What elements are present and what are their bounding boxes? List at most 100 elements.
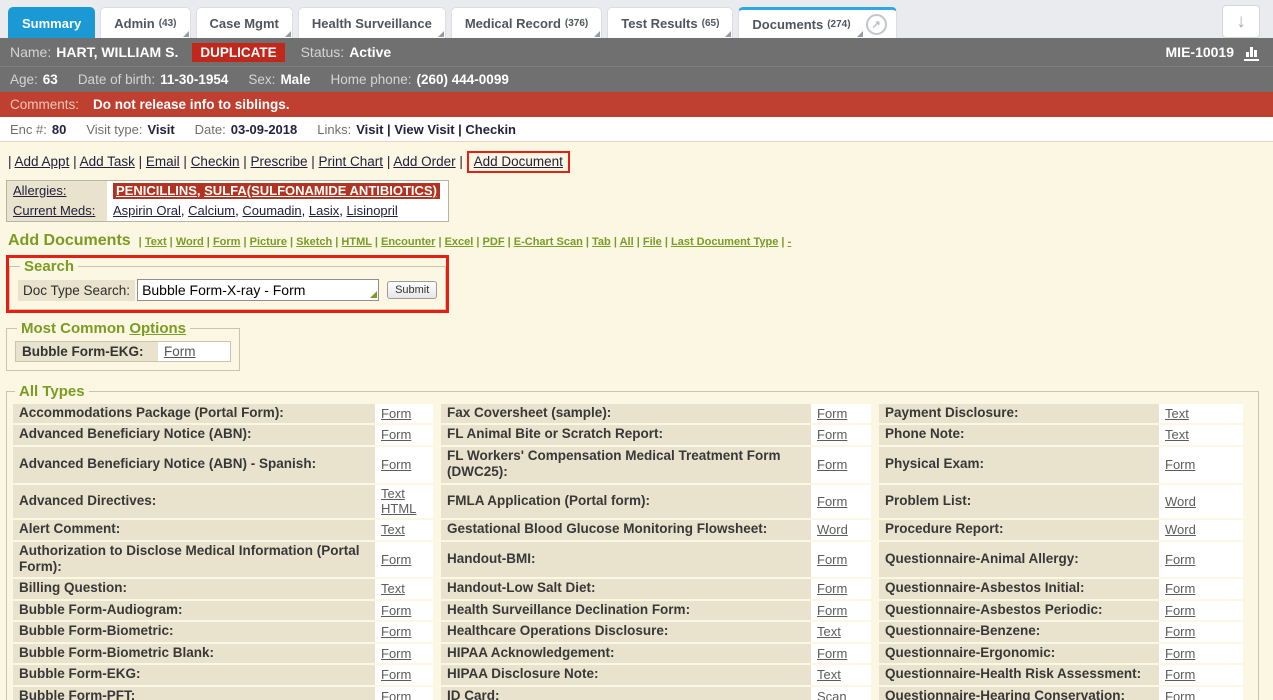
doc-type-link-form[interactable]: Form	[213, 236, 241, 248]
doc-create-link-form[interactable]: Form	[817, 427, 847, 443]
table-row: Bubble Form-EKG:FormHIPAA Disclosure Not…	[13, 665, 1243, 686]
open-in-new-button[interactable]: ↗	[864, 10, 896, 38]
doc-create-link-form[interactable]: Form	[817, 457, 847, 473]
doc-create-link-form[interactable]: Form	[817, 552, 847, 568]
doc-type-link-e-chart-scan[interactable]: E-Chart Scan	[514, 236, 583, 248]
doc-type-link-last-document-type[interactable]: Last Document Type	[671, 236, 778, 248]
doc-type-link-cell: Form	[375, 404, 433, 425]
tab-health-surveillance[interactable]: Health Surveillance	[298, 7, 446, 38]
tab-documents[interactable]: Documents(274)	[739, 10, 863, 38]
doc-create-link-form[interactable]: Form	[817, 581, 847, 597]
doc-create-link-form[interactable]: Form	[1165, 552, 1195, 568]
tab-summary[interactable]: Summary	[8, 7, 95, 38]
doc-create-link-form[interactable]: Form	[817, 603, 847, 619]
doc-create-link-text[interactable]: Text	[1165, 427, 1189, 443]
doc-create-link-form[interactable]: Form	[381, 667, 411, 683]
column-spacer	[433, 425, 441, 446]
doc-type-link-word[interactable]: Word	[176, 236, 204, 248]
doc-create-link-form[interactable]: Form	[1165, 457, 1195, 473]
doc-create-link-form[interactable]: Form	[381, 603, 411, 619]
doc-create-link-text[interactable]: Text	[381, 486, 405, 502]
collapse-toggle-link[interactable]: -	[788, 236, 792, 248]
doc-create-link-form[interactable]: Form	[1165, 624, 1195, 640]
doc-create-link-form[interactable]: Form	[817, 494, 847, 510]
encounter-link-checkin[interactable]: Checkin	[465, 122, 516, 137]
doc-create-link-scan[interactable]: Scan	[817, 689, 847, 700]
submit-button[interactable]: Submit	[387, 281, 437, 299]
doc-type-link-excel[interactable]: Excel	[445, 236, 474, 248]
doc-create-link-html[interactable]: HTML	[381, 501, 416, 517]
doc-type-label: Payment Disclosure:	[879, 404, 1159, 425]
doc-create-link-word[interactable]: Word	[1165, 494, 1196, 510]
doc-type-link-cell: Form	[1159, 579, 1243, 600]
doc-type-link-picture[interactable]: Picture	[250, 236, 287, 248]
action-link-add-appt[interactable]: Add Appt	[15, 154, 70, 169]
doc-create-link-form[interactable]: Form	[817, 406, 847, 422]
doc-type-link-file[interactable]: File	[643, 236, 662, 248]
action-link-add-order[interactable]: Add Order	[393, 154, 455, 169]
encounter-link-view-visit[interactable]: View Visit	[394, 122, 454, 137]
flowsheet-chart-icon[interactable]	[1244, 44, 1259, 61]
doc-create-link-text[interactable]: Text	[1165, 406, 1189, 422]
doc-type-link-cell: Form	[375, 447, 433, 485]
med-link-lisinopril[interactable]: Lisinopril	[346, 203, 397, 218]
doc-create-link-form[interactable]: Form	[1165, 646, 1195, 662]
doc-type-link-pdf[interactable]: PDF	[483, 236, 505, 248]
encounter-link-visit[interactable]: Visit	[356, 122, 383, 137]
current-meds-link[interactable]: Current Meds:	[13, 203, 95, 218]
allergies-row: Allergies: PENICILLINS, SULFA(SULFONAMID…	[7, 181, 448, 201]
doc-type-link-text[interactable]: Text	[145, 236, 167, 248]
tab-case-mgmt[interactable]: Case Mgmt	[196, 7, 293, 38]
med-link-lasix[interactable]: Lasix	[309, 203, 339, 218]
med-link-aspirin-oral[interactable]: Aspirin Oral	[113, 203, 181, 218]
doc-create-link-form[interactable]: Form	[381, 646, 411, 662]
doc-create-link-form[interactable]: Form	[1165, 667, 1195, 683]
tab-admin[interactable]: Admin(43)	[100, 7, 190, 38]
allergy-link-sulfa-sulfonamide-antibiotics-[interactable]: SULFA(SULFONAMIDE ANTIBIOTICS)	[204, 183, 437, 198]
doc-create-link-text[interactable]: Text	[381, 581, 405, 597]
action-link-add-task[interactable]: Add Task	[80, 154, 135, 169]
download-button[interactable]: ↓	[1222, 5, 1260, 38]
doc-create-link-form[interactable]: Form	[381, 406, 411, 422]
doc-create-link-form[interactable]: Form	[164, 344, 196, 359]
doc-create-link-word[interactable]: Word	[817, 522, 848, 538]
doc-type-label: Advanced Directives:	[13, 485, 375, 520]
doc-create-link-form[interactable]: Form	[1165, 581, 1195, 597]
doc-create-link-text[interactable]: Text	[817, 624, 841, 640]
action-link-add-document[interactable]: Add Document	[474, 154, 563, 169]
doc-create-link-form[interactable]: Form	[381, 552, 411, 568]
allergies-link[interactable]: Allergies:	[13, 183, 66, 198]
doc-create-link-text[interactable]: Text	[817, 667, 841, 683]
doc-type-link-encounter[interactable]: Encounter	[381, 236, 435, 248]
doc-create-link-form[interactable]: Form	[1165, 689, 1195, 700]
action-link-print-chart[interactable]: Print Chart	[319, 154, 384, 169]
allergy-link-penicillins[interactable]: PENICILLINS	[116, 183, 197, 198]
doc-create-link-word[interactable]: Word	[1165, 522, 1196, 538]
action-link-prescribe[interactable]: Prescribe	[250, 154, 307, 169]
doc-create-link-form[interactable]: Form	[381, 689, 411, 700]
column-spacer	[433, 601, 441, 622]
tab-medical-record[interactable]: Medical Record(376)	[451, 7, 602, 38]
doc-create-link-text[interactable]: Text	[381, 522, 405, 538]
doc-type-label: Questionnaire-Asbestos Initial:	[879, 579, 1159, 600]
doc-create-link-form[interactable]: Form	[381, 457, 411, 473]
tab-test-results[interactable]: Test Results(65)	[607, 7, 733, 38]
doc-create-link-form[interactable]: Form	[381, 624, 411, 640]
doc-create-link-form[interactable]: Form	[381, 427, 411, 443]
duplicate-badge[interactable]: DUPLICATE	[192, 43, 284, 62]
most-common-title: Most Common	[21, 320, 125, 337]
doc-type-link-tab[interactable]: Tab	[592, 236, 611, 248]
doc-type-link-cell: Word	[811, 520, 871, 541]
action-link-checkin[interactable]: Checkin	[191, 154, 240, 169]
options-link[interactable]: Options	[129, 320, 186, 337]
med-link-coumadin[interactable]: Coumadin	[242, 203, 301, 218]
doc-type-link-all[interactable]: All	[620, 236, 634, 248]
med-link-calcium[interactable]: Calcium	[188, 203, 235, 218]
action-link-email[interactable]: Email	[146, 154, 180, 169]
doc-type-label: Gestational Blood Glucose Monitoring Flo…	[441, 520, 811, 541]
doc-create-link-form[interactable]: Form	[817, 646, 847, 662]
doc-type-search-input[interactable]	[137, 279, 379, 301]
doc-type-link-sketch[interactable]: Sketch	[296, 236, 332, 248]
doc-create-link-form[interactable]: Form	[1165, 603, 1195, 619]
doc-type-link-html[interactable]: HTML	[341, 236, 371, 248]
